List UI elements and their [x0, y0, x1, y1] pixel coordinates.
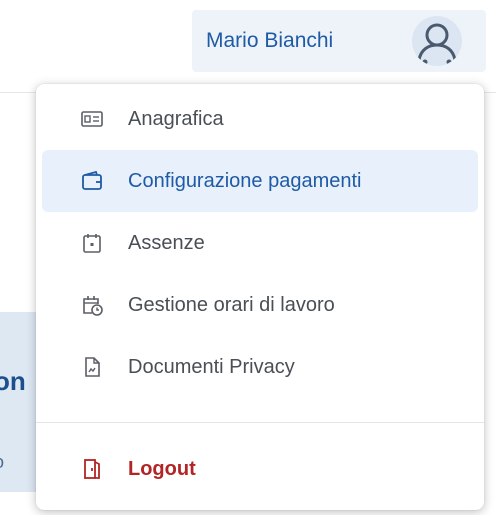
menu-divider	[36, 422, 484, 423]
user-name: Mario Bianchi	[206, 29, 334, 52]
calendar-clock-icon	[80, 293, 104, 317]
menu-item-documenti-privacy[interactable]: Documenti Privacy	[42, 336, 478, 398]
calendar-icon	[80, 231, 104, 255]
menu-item-label: Anagrafica	[128, 108, 224, 130]
logout-door-icon	[80, 457, 104, 481]
user-dropdown-menu: Anagrafica Configurazione pagamenti Asse…	[36, 84, 484, 510]
menu-item-anagrafica[interactable]: Anagrafica	[42, 88, 478, 150]
document-icon	[80, 355, 104, 379]
menu-item-label: Assenze	[128, 232, 205, 254]
menu-item-configurazione-pagamenti[interactable]: Configurazione pagamenti	[42, 150, 478, 212]
wallet-icon	[80, 169, 104, 193]
logout-label: Logout	[128, 458, 196, 480]
background-heading-fragment: on	[0, 366, 26, 396]
logout-button[interactable]: Logout	[42, 438, 478, 500]
menu-item-label: Configurazione pagamenti	[128, 170, 362, 192]
background-text-fragment: o	[0, 452, 36, 473]
id-card-icon	[80, 107, 104, 131]
user-menu-trigger[interactable]: Mario Bianchi	[192, 10, 486, 72]
menu-item-gestione-orari[interactable]: Gestione orari di lavoro	[42, 274, 478, 336]
menu-item-label: Gestione orari di lavoro	[128, 294, 335, 316]
menu-item-assenze[interactable]: Assenze	[42, 212, 478, 274]
user-avatar-icon	[412, 16, 462, 66]
menu-item-label: Documenti Privacy	[128, 356, 295, 378]
